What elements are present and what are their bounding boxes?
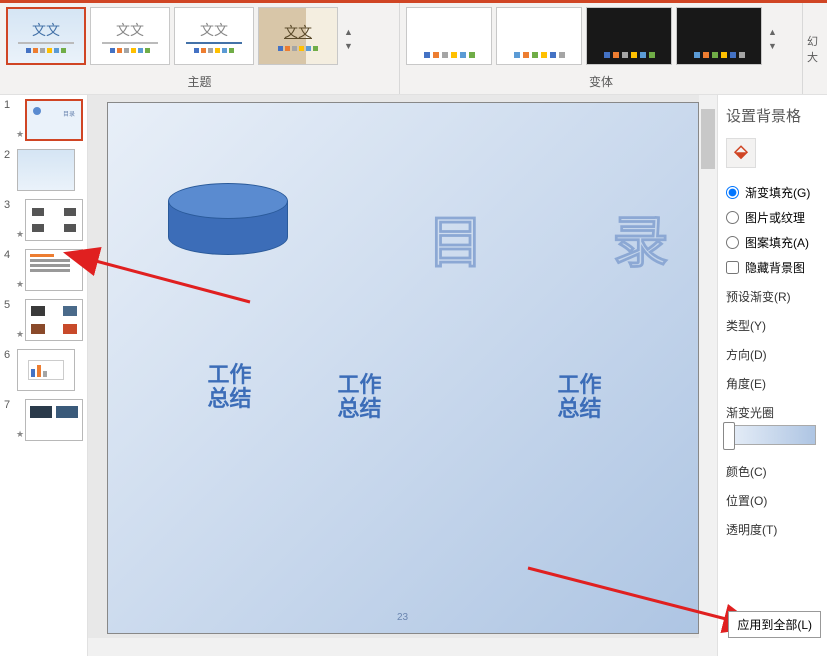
hide-bg-checkbox[interactable]: 隐藏背景图 bbox=[726, 259, 819, 276]
ribbon-extra: 幻 大 bbox=[803, 3, 827, 94]
panel-title: 设置背景格 bbox=[726, 105, 819, 126]
slide-thumb-5[interactable] bbox=[25, 299, 83, 341]
preset-label: 预设渐变(R) bbox=[726, 288, 819, 305]
variant-scroll-up[interactable]: ▲ bbox=[768, 27, 782, 37]
work-text-1[interactable]: 工作总结 bbox=[208, 363, 252, 411]
theme-option-4[interactable]: 文文 bbox=[258, 7, 338, 65]
ribbon-theme-label: 主题 bbox=[6, 71, 393, 94]
work-text-3[interactable]: 工作总结 bbox=[558, 373, 602, 421]
thumb-num: 6 bbox=[4, 349, 16, 361]
ribbon: 文文 文文 文文 文文 ▲ ▼ 主题 bbox=[0, 3, 827, 95]
thumb-num: 3 bbox=[4, 199, 16, 211]
outline-text-2[interactable]: 录 bbox=[613, 198, 669, 279]
gradient-stops-slider[interactable] bbox=[726, 425, 816, 445]
position-label: 位置(O) bbox=[726, 492, 819, 509]
thumb-num: 7 bbox=[4, 399, 16, 411]
theme-text: 文文 bbox=[284, 22, 312, 42]
slide-thumb-3[interactable] bbox=[25, 199, 83, 241]
slide-thumb-1[interactable]: 目录 bbox=[25, 99, 83, 141]
fill-pattern-radio[interactable]: 图案填充(A) bbox=[726, 234, 819, 251]
apply-to-all-button[interactable]: 应用到全部(L) bbox=[728, 611, 821, 638]
format-background-panel: 设置背景格 渐变填充(G) 图片或纹理 图案填充(A) 隐藏背景图 预设渐变(R… bbox=[717, 95, 827, 656]
cylinder-shape[interactable] bbox=[168, 183, 288, 255]
slide-page-number: 23 bbox=[397, 612, 408, 623]
variant-scroll-down[interactable]: ▼ bbox=[768, 41, 782, 51]
slide-thumbnails: 1 ★ 目录 2 3 ★ 4 ★ 5 ★ bbox=[0, 95, 88, 656]
variant-option-4[interactable] bbox=[676, 7, 762, 65]
variant-option-3[interactable] bbox=[586, 7, 672, 65]
thumb-num: 2 bbox=[4, 149, 16, 161]
type-label: 类型(Y) bbox=[726, 317, 819, 334]
theme-option-3[interactable]: 文文 bbox=[174, 7, 254, 65]
variant-option-2[interactable] bbox=[496, 7, 582, 65]
theme-text: 文文 bbox=[200, 20, 228, 40]
slide-thumb-6[interactable] bbox=[17, 349, 75, 391]
angle-label: 角度(E) bbox=[726, 375, 819, 392]
theme-option-2[interactable]: 文文 bbox=[90, 7, 170, 65]
outline-text-1[interactable]: 目 bbox=[428, 198, 484, 279]
grad-stops-label: 渐变光圈 bbox=[726, 404, 819, 421]
fill-picture-radio[interactable]: 图片或纹理 bbox=[726, 209, 819, 226]
slide-thumb-2[interactable] bbox=[17, 149, 75, 191]
color-label: 颜色(C) bbox=[726, 463, 819, 480]
theme-option-1[interactable]: 文文 bbox=[6, 7, 86, 65]
thumb-num: 1 bbox=[4, 99, 16, 111]
slide-thumb-4[interactable] bbox=[25, 249, 83, 291]
thumb-num: 4 bbox=[4, 249, 16, 261]
fill-gradient-radio[interactable]: 渐变填充(G) bbox=[726, 184, 819, 201]
fill-icon[interactable] bbox=[726, 138, 756, 168]
direction-label: 方向(D) bbox=[726, 346, 819, 363]
thumb-num: 5 bbox=[4, 299, 16, 311]
transparency-label: 透明度(T) bbox=[726, 521, 819, 538]
theme-text: 文文 bbox=[32, 20, 60, 40]
slide-canvas: 目 录 工作总结 工作总结 工作总结 23 bbox=[88, 95, 717, 656]
slide-thumb-7[interactable] bbox=[25, 399, 83, 441]
variant-option-1[interactable] bbox=[406, 7, 492, 65]
theme-scroll-up[interactable]: ▲ bbox=[344, 27, 358, 37]
work-text-2[interactable]: 工作总结 bbox=[338, 373, 382, 421]
current-slide[interactable]: 目 录 工作总结 工作总结 工作总结 23 bbox=[108, 103, 698, 633]
horizontal-scrollbar[interactable] bbox=[88, 638, 699, 656]
theme-scroll-down[interactable]: ▼ bbox=[344, 41, 358, 51]
vertical-scrollbar[interactable] bbox=[699, 95, 717, 656]
theme-text: 文文 bbox=[116, 20, 144, 40]
ribbon-variant-label: 变体 bbox=[406, 71, 796, 94]
